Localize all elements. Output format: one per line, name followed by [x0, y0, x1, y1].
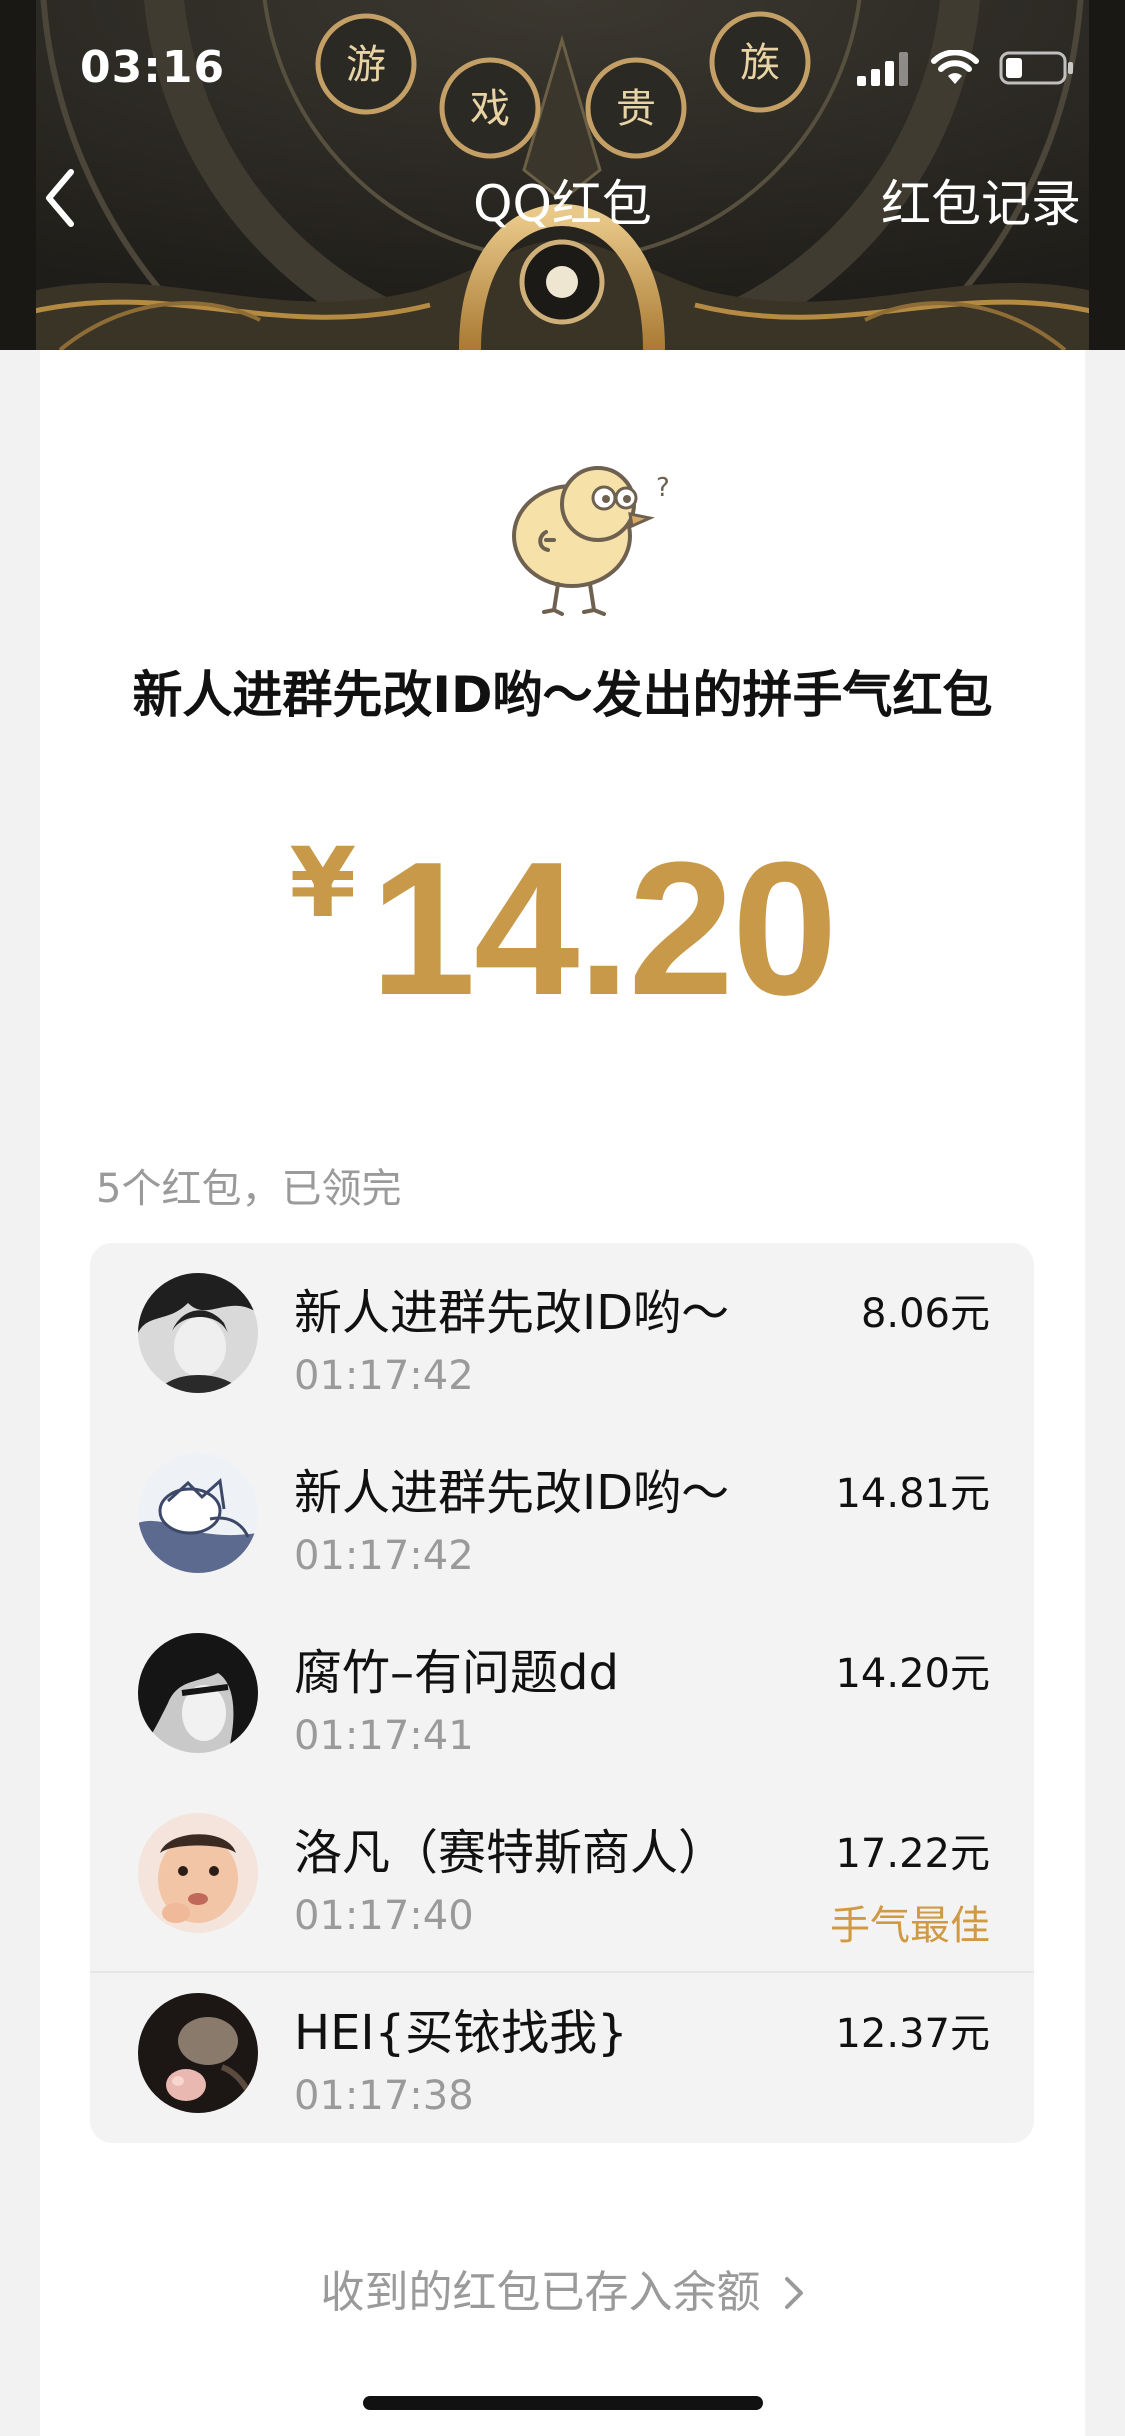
recipient-name: HEI{买铱找我} [294, 2005, 628, 2061]
packet-detail-card: ? 新人进群先改ID哟～发出的拼手气红包 ¥14.20 5个红包，已领完 新人进… [40, 350, 1085, 2436]
claim-amount: 14.20元 [835, 1651, 990, 1697]
claim-time: 01:17:41 [294, 1713, 474, 1759]
amount-value: 14.20 [370, 823, 837, 1035]
chick-mascot-icon: ? [512, 466, 670, 616]
wifi-icon [931, 50, 979, 84]
avatar[interactable] [138, 1453, 258, 1573]
svg-text:?: ? [656, 473, 670, 503]
claim-time: 01:17:38 [294, 2073, 474, 2119]
claim-amount: 14.81元 [835, 1471, 990, 1517]
recipient-name: 腐竹–有问题dd [294, 1645, 619, 1701]
claim-time: 01:17:42 [294, 1533, 474, 1579]
total-amount: ¥14.20 [40, 820, 1085, 1038]
avatar[interactable] [138, 1273, 258, 1393]
status-time: 03:16 [80, 42, 226, 93]
best-luck-badge: 手气最佳 [830, 1903, 990, 1949]
avatar[interactable] [138, 1813, 258, 1933]
avatar[interactable] [138, 1633, 258, 1753]
red-packet-history-link[interactable]: 红包记录 [881, 164, 1081, 236]
claim-amount: 17.22元 [835, 1831, 990, 1877]
header-banner: 游 戏 贵 族 03:16 QQ红包 红包记录 [0, 0, 1125, 350]
recipient-row[interactable]: HEI{买铱找我} 01:17:38 12.37元 [90, 1973, 1034, 2153]
claim-amount: 12.37元 [835, 2011, 990, 2057]
status-bar: 03:16 [0, 0, 1125, 140]
claim-time: 01:17:40 [294, 1893, 474, 1939]
avatar[interactable] [138, 1993, 258, 2113]
sender-title: 新人进群先改ID哟～发出的拼手气红包 [132, 666, 993, 724]
cellular-signal-icon [857, 52, 908, 86]
recipient-list: 新人进群先改ID哟～ 01:17:42 8.06元 新人进群先改ID哟～ 01:… [90, 1243, 1034, 2143]
chevron-right-icon [784, 2277, 803, 2309]
recipient-name: 新人进群先改ID哟～ [294, 1465, 730, 1521]
packet-summary: 5个红包，已领完 [96, 1166, 402, 1212]
recipient-row[interactable]: 新人进群先改ID哟～ 01:17:42 8.06元 [90, 1253, 1034, 1433]
recipient-name: 新人进群先改ID哟～ [294, 1285, 730, 1341]
balance-link[interactable]: 收到的红包已存入余额 [40, 2256, 1085, 2320]
claim-amount: 8.06元 [860, 1291, 990, 1337]
balance-link-label: 收到的红包已存入余额 [320, 2267, 761, 2318]
recipient-row[interactable]: 新人进群先改ID哟～ 01:17:42 14.81元 [90, 1433, 1034, 1613]
battery-icon [999, 51, 1073, 85]
home-indicator[interactable] [363, 2396, 763, 2410]
recipient-row[interactable]: 洛凡（赛特斯商人） 01:17:40 17.22元 手气最佳 [90, 1793, 1034, 1973]
nav-bar: QQ红包 红包记录 [0, 150, 1125, 246]
currency-symbol: ¥ [289, 827, 357, 939]
claim-time: 01:17:42 [294, 1353, 474, 1399]
recipient-row[interactable]: 腐竹–有问题dd 01:17:41 14.20元 [90, 1613, 1034, 1793]
recipient-name: 洛凡（赛特斯商人） [294, 1825, 727, 1881]
status-icons [857, 50, 1075, 86]
